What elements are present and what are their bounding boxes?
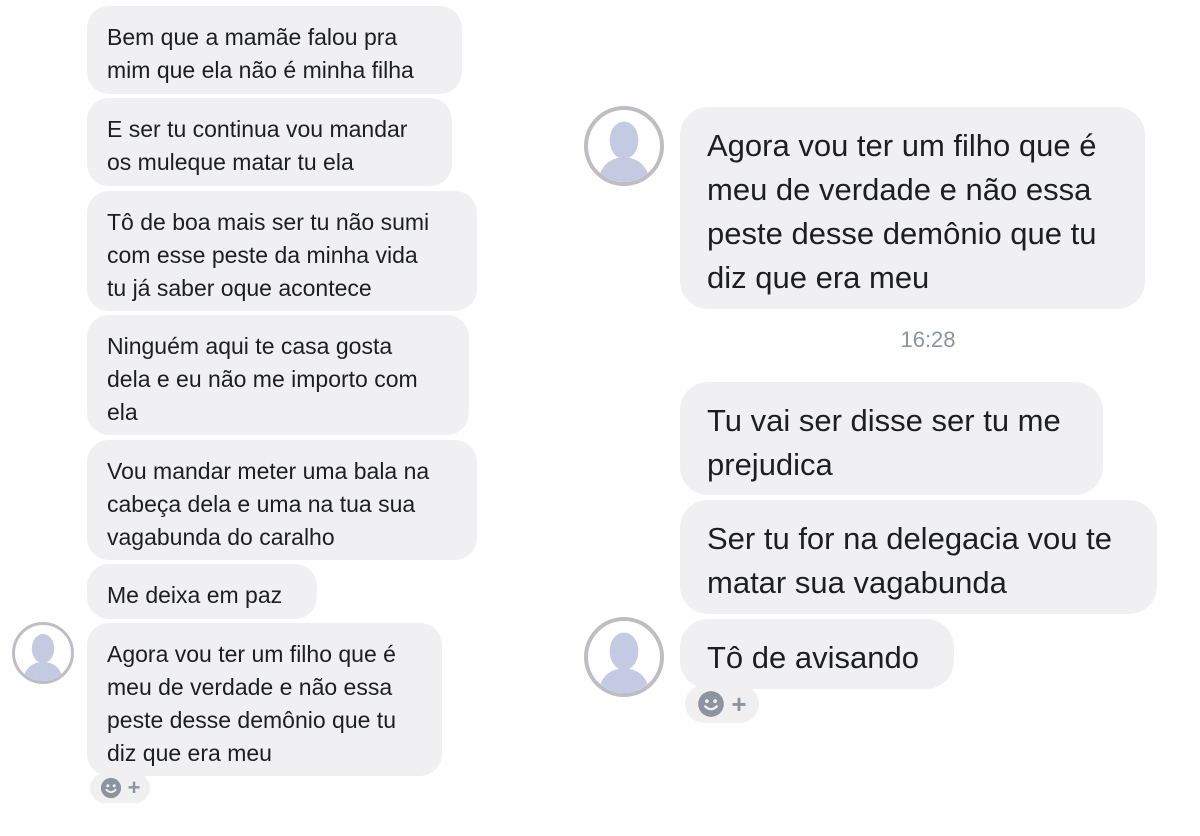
message-bubble[interactable]: Ninguém aqui te casa gosta dela e eu não…	[87, 315, 469, 435]
message-bubble[interactable]: Ser tu for na delegacia vou te matar sua…	[680, 500, 1157, 614]
person-silhouette-icon	[598, 632, 650, 693]
message-bubble[interactable]: Agora vou ter um filho que é meu de verd…	[680, 107, 1145, 309]
message-bubble[interactable]: Vou mandar meter uma bala na cabeça dela…	[87, 440, 477, 560]
left-chat-screenshot: Bem que a mamãe falou pra mim que ela nã…	[0, 0, 600, 836]
message-bubble[interactable]: Agora vou ter um filho que é meu de verd…	[87, 623, 442, 776]
message-bubble[interactable]: Tô de boa mais ser tu não sumi com esse …	[87, 191, 477, 311]
message-bubble[interactable]: Tô de avisando	[680, 619, 954, 689]
contact-avatar[interactable]	[584, 617, 664, 697]
message-timestamp: 16:28	[900, 327, 956, 352]
contact-avatar[interactable]	[584, 106, 664, 186]
right-chat-screenshot: Agora vou ter um filho que é meu de verd…	[584, 0, 1200, 836]
message-bubble[interactable]: Tu vai ser disse ser tu me prejudica	[680, 382, 1103, 495]
person-silhouette-icon	[598, 121, 650, 182]
person-silhouette-icon	[22, 633, 64, 681]
message-bubble[interactable]: Bem que a mamãe falou pra mim que ela nã…	[87, 6, 462, 94]
contact-avatar[interactable]	[12, 622, 74, 684]
smile-icon[interactable]	[100, 777, 122, 799]
reaction-bar[interactable]: +	[685, 685, 759, 723]
message-bubble[interactable]: Me deixa em paz	[87, 564, 317, 619]
add-reaction-icon[interactable]: +	[731, 691, 746, 717]
reaction-bar[interactable]: +	[90, 773, 150, 803]
add-reaction-icon[interactable]: +	[128, 777, 141, 799]
message-bubble[interactable]: E ser tu continua vou mandar os muleque …	[87, 98, 452, 186]
smile-icon[interactable]	[697, 690, 725, 718]
